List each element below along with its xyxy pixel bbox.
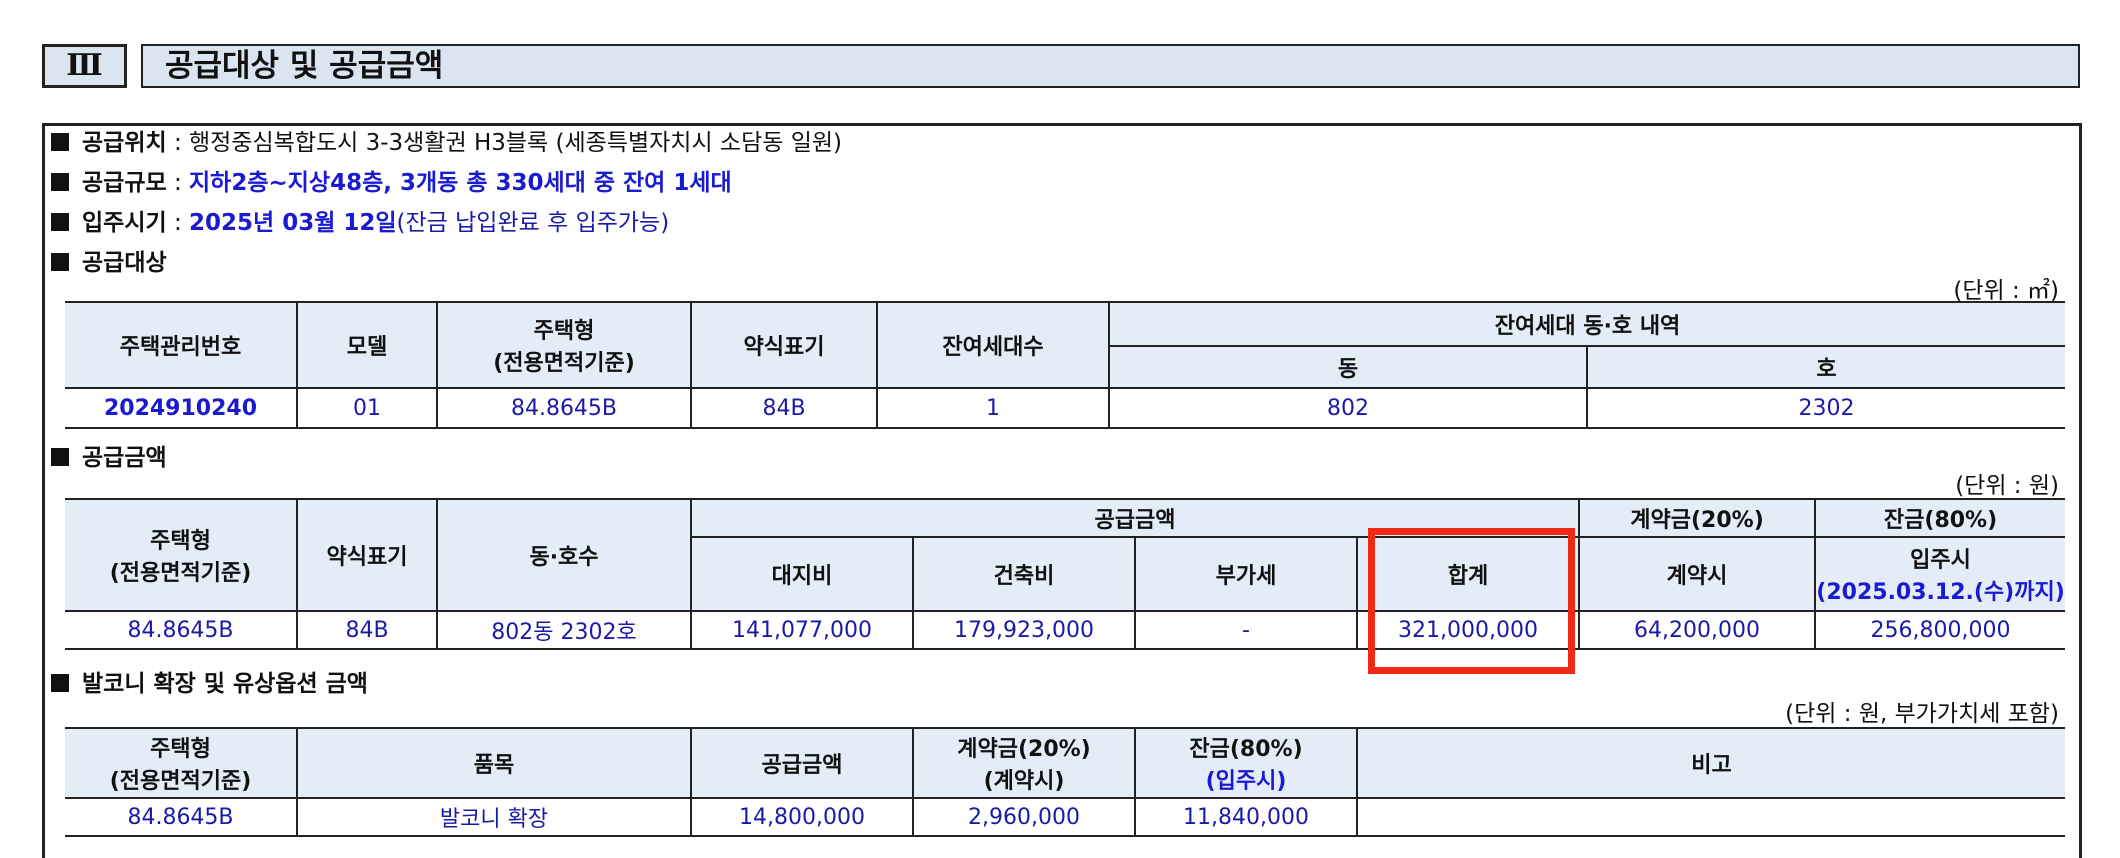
header-building: 건축비	[912, 536, 1136, 612]
header-deposit: 계약금(20%)	[1578, 498, 1817, 538]
table-row: 84.8645B 발코니 확장 14,800,000 2,960,000 11,…	[65, 797, 2065, 837]
header-land: 대지비	[691, 536, 914, 612]
cell-remaining: 1	[876, 387, 1110, 429]
content-frame: 공급위치 : 행정중심복합도시 3-3생활권 H3블록 (세종특별자치시 소담동…	[42, 123, 2082, 858]
header-type: 주택형 (전용면적기준)	[65, 727, 298, 799]
balcony-heading: 발코니 확장 및 유상옵션 금액	[51, 669, 368, 699]
header-abbr: 약식표기	[296, 498, 438, 612]
cell-balance: 11,840,000	[1134, 797, 1358, 837]
cell-balance: 256,800,000	[1814, 610, 2066, 650]
cell-unitno: 802동 2302호	[436, 610, 692, 650]
header-mgmt-no: 주택관리번호	[65, 301, 298, 389]
balcony-table: 주택형 (전용면적기준) 품목 공급금액 계약금(20%) (계약시) 잔금(80%…	[65, 727, 2065, 837]
header-type: 주택형 (전용면적기준)	[436, 301, 692, 389]
section-header: Ⅲ 공급대상 및 공급금액	[42, 44, 2080, 88]
cell-dong: 802	[1108, 387, 1588, 429]
cell-deposit: 2,960,000	[912, 797, 1136, 837]
supply-scale-line: 공급규모 : 지하2층~지상48층, 3개동 총 330세대 중 잔여 1세대	[51, 168, 732, 198]
cell-type: 84.8645B	[436, 387, 692, 429]
header-balance-sub2: (2025.03.12.(수)까지)	[1816, 580, 2065, 605]
header-abbr: 약식표기	[690, 301, 878, 389]
cell-type: 84.8645B	[65, 610, 298, 650]
cell-abbr: 84B	[296, 610, 438, 650]
cell-deposit: 64,200,000	[1578, 610, 1817, 650]
bullet-square-icon	[51, 213, 69, 231]
header-model: 모델	[296, 301, 438, 389]
cell-type: 84.8645B	[65, 797, 298, 837]
supply-location-label: 공급위치	[82, 130, 167, 156]
cell-model: 01	[296, 387, 438, 429]
cell-ho: 2302	[1585, 387, 2066, 429]
supply-location-value: 행정중심복합도시 3-3생활권 H3블록 (세종특별자치시 소담동 일원)	[189, 130, 843, 156]
price-heading: 공급금액	[51, 443, 167, 473]
header-balance-line1: 잔금(80%)	[1189, 737, 1303, 762]
target-table: 주택관리번호 모델 주택형 (전용면적기준) 약식표기 잔여세대수 잔여세대 동·…	[65, 301, 2066, 429]
move-in-note: (잔금 납입완료 후 입주가능)	[396, 210, 670, 236]
total-highlight-box	[1368, 528, 1575, 674]
table-row: 2024910240 01 84.8645B 84B 1 802 2302	[65, 387, 2066, 429]
cell-land: 141,077,000	[690, 610, 914, 650]
move-in-label: 입주시기	[82, 210, 167, 236]
bullet-square-icon	[51, 448, 69, 466]
cell-vat: -	[1134, 610, 1358, 650]
move-in-line: 입주시기 : 2025년 03월 12일(잔금 납입완료 후 입주가능)	[51, 208, 669, 238]
header-remaining: 잔여세대수	[876, 301, 1110, 389]
supply-scale-label: 공급규모	[82, 170, 167, 196]
price-unit: (단위 : 원)	[1955, 473, 2059, 499]
header-deposit-line1: 계약금(20%)	[957, 737, 1091, 762]
cell-mgmt-no: 2024910240	[65, 387, 298, 429]
section-title: 공급대상 및 공급금액	[141, 44, 2080, 88]
move-in-date: 2025년 03월 12일	[189, 210, 397, 236]
cell-note	[1356, 797, 2065, 837]
header-balance: 잔금(80%)	[1814, 498, 2066, 538]
price-table: 주택형 (전용면적기준) 약식표기 동·호수 공급금액 계약금(20%) 잔금(8…	[65, 498, 2066, 650]
header-dong: 동	[1109, 345, 1588, 389]
cell-item: 발코니 확장	[296, 797, 692, 837]
header-type-line2: (전용면적기준)	[493, 351, 635, 376]
bullet-square-icon	[51, 173, 69, 191]
separator: :	[166, 130, 190, 156]
supply-location-line: 공급위치 : 행정중심복합도시 3-3생활권 H3블록 (세종특별자치시 소담동…	[51, 128, 842, 158]
header-deposit-sub: 계약시	[1578, 536, 1817, 612]
separator: :	[166, 170, 190, 196]
balcony-unit: (단위 : 원, 부가가치세 포함)	[1785, 701, 2059, 727]
target-heading-text: 공급대상	[82, 250, 167, 276]
header-type-line2: (전용면적기준)	[109, 769, 252, 794]
header-supply: 공급금액	[690, 727, 914, 799]
cell-building: 179,923,000	[912, 610, 1136, 650]
header-type-line2: (전용면적기준)	[109, 561, 252, 586]
header-ho: 호	[1585, 345, 2066, 389]
target-unit: (단위 : ㎡)	[1953, 278, 2059, 304]
balcony-heading-text: 발코니 확장 및 유상옵션 금액	[82, 671, 368, 697]
separator: :	[166, 210, 190, 236]
header-item: 품목	[296, 727, 692, 799]
section-number: Ⅲ	[42, 44, 127, 88]
bullet-square-icon	[51, 253, 69, 271]
header-balance-sub: 입주시 (2025.03.12.(수)까지)	[1814, 536, 2066, 612]
header-type-line1: 주택형	[150, 737, 211, 762]
target-heading: 공급대상	[51, 248, 167, 278]
header-type-line1: 주택형	[150, 529, 211, 554]
header-balance-sub1: 입주시	[1910, 548, 1971, 573]
header-note: 비고	[1356, 727, 2065, 799]
header-unitno: 동·호수	[436, 498, 692, 612]
header-type: 주택형 (전용면적기준)	[65, 498, 298, 612]
header-deposit-line2: (계약시)	[983, 769, 1065, 794]
cell-abbr: 84B	[690, 387, 878, 429]
bullet-square-icon	[51, 133, 69, 151]
cell-supply: 14,800,000	[690, 797, 914, 837]
table-row: 84.8645B 84B 802동 2302호 141,077,000 179,…	[65, 610, 2066, 650]
header-deposit: 계약금(20%) (계약시)	[912, 727, 1136, 799]
header-balance-line2: (입주시)	[1205, 769, 1287, 794]
header-detail: 잔여세대 동·호 내역	[1107, 301, 2066, 347]
header-vat: 부가세	[1134, 536, 1358, 612]
supply-scale-value: 지하2층~지상48층, 3개동 총 330세대 중 잔여 1세대	[189, 170, 732, 196]
header-type-line1: 주택형	[533, 319, 595, 344]
header-balance: 잔금(80%) (입주시)	[1134, 727, 1358, 799]
price-heading-text: 공급금액	[82, 445, 167, 471]
bullet-square-icon	[51, 674, 69, 692]
